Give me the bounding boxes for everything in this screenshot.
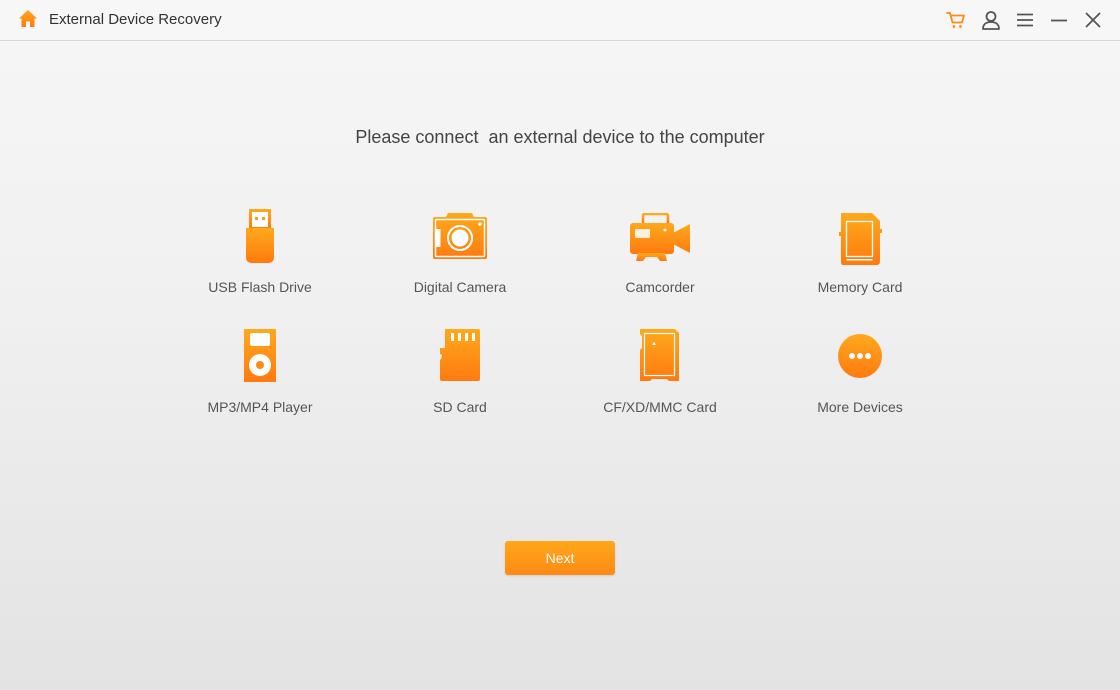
close-icon: [1085, 12, 1101, 28]
device-label: Digital Camera: [413, 279, 507, 295]
device-label: CF/XD/MMC Card: [603, 399, 717, 415]
camera-icon: [433, 213, 487, 259]
device-memory-card[interactable]: Memory Card: [780, 205, 940, 305]
device-digital-camera[interactable]: Digital Camera: [380, 205, 540, 305]
cart-icon: [946, 12, 965, 28]
device-sd-card[interactable]: SD Card: [380, 325, 540, 425]
device-label: More Devices: [817, 399, 903, 415]
device-camcorder[interactable]: Camcorder: [580, 205, 740, 305]
sd-card-icon: [440, 329, 480, 381]
device-usb-flash-drive[interactable]: USB Flash Drive: [180, 205, 340, 305]
device-label: SD Card: [433, 399, 487, 415]
camcorder-icon: [630, 213, 690, 261]
user-icon: [982, 11, 1000, 30]
menu-button[interactable]: [1014, 10, 1036, 30]
memory-card-icon: [839, 213, 882, 265]
close-button[interactable]: [1082, 10, 1104, 30]
menu-icon: [1017, 13, 1033, 27]
connect-prompt: Please connect an external device to the…: [355, 127, 765, 147]
device-label: USB Flash Drive: [208, 279, 312, 295]
home-icon[interactable]: [18, 9, 38, 29]
cf-card-icon: [640, 329, 679, 381]
mp3-player-icon: [244, 329, 276, 382]
app-title: External Device Recovery: [49, 11, 222, 28]
account-button[interactable]: [980, 10, 1002, 30]
device-label: Memory Card: [817, 279, 903, 295]
device-mp3-mp4-player[interactable]: MP3/MP4 Player: [180, 325, 340, 425]
device-label: Camcorder: [625, 279, 695, 295]
next-button[interactable]: Next: [505, 541, 615, 575]
cart-button[interactable]: [945, 10, 967, 30]
device-cf-xd-mmc-card[interactable]: CF/XD/MMC Card: [580, 325, 740, 425]
device-label: MP3/MP4 Player: [207, 399, 313, 415]
title-bar: External Device Recovery: [0, 0, 1120, 41]
more-icon: [838, 334, 882, 378]
usb-drive-icon: [246, 209, 274, 263]
minimize-button[interactable]: [1048, 10, 1070, 30]
device-more-devices[interactable]: More Devices: [780, 325, 940, 425]
minimize-icon: [1051, 19, 1067, 22]
